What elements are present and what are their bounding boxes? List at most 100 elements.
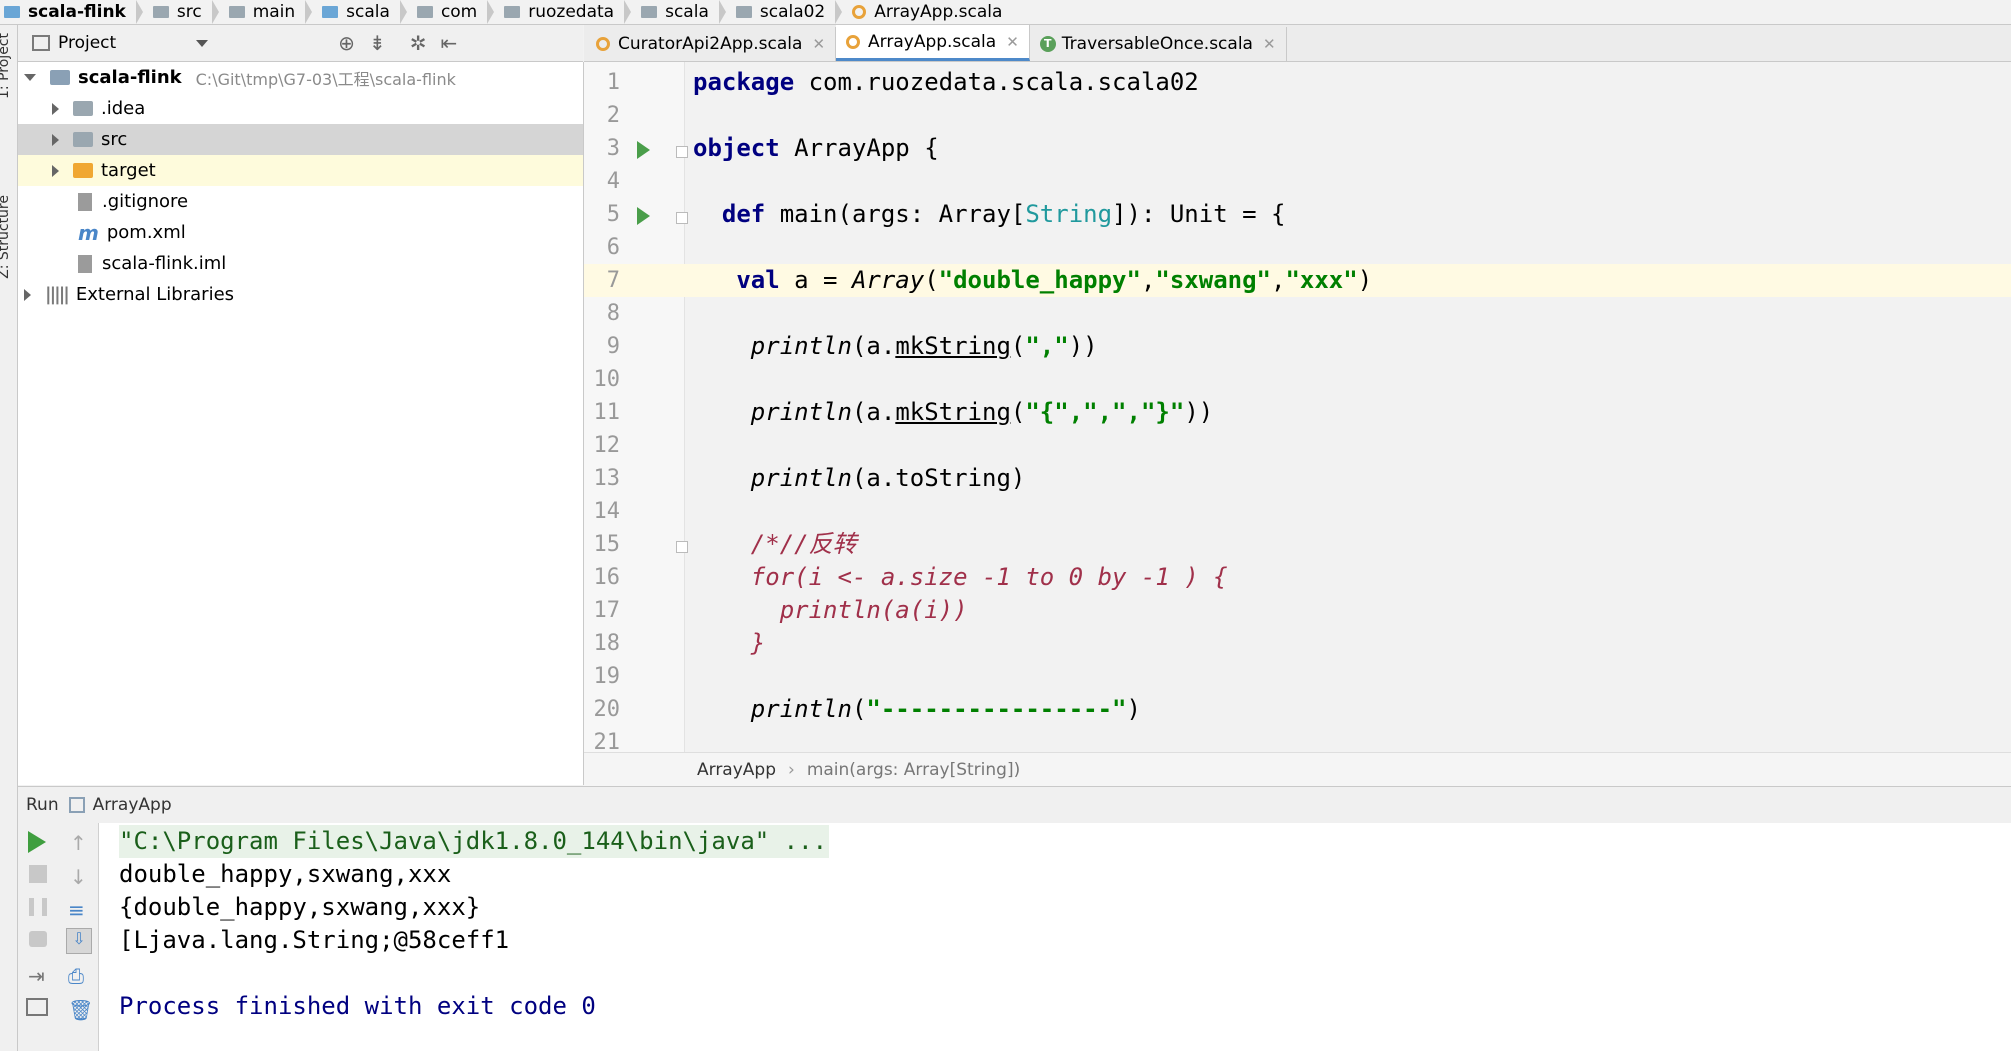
chevron-right-icon — [835, 0, 843, 24]
close-icon[interactable]: ✕ — [1263, 35, 1276, 53]
project-view-icon — [32, 35, 50, 51]
scroll-to-end-icon[interactable]: ⇩ — [66, 928, 92, 954]
tree-item-idea[interactable]: .idea — [18, 93, 583, 124]
console-line-command: "C:\Program Files\Java\jdk1.8.0_144\bin\… — [119, 825, 830, 858]
trash-icon[interactable]: 🗑 — [68, 998, 93, 1022]
line-number: 10 — [593, 367, 621, 392]
line-number: 11 — [593, 400, 621, 425]
excluded-folder-icon — [73, 163, 93, 178]
folder-icon — [73, 132, 93, 147]
breadcrumb-item-main[interactable]: main — [225, 0, 318, 24]
source-folder-icon — [322, 6, 339, 18]
code-line-1: package com.ruozedata.scala.scala02 — [693, 68, 1199, 96]
chevron-right-icon[interactable] — [52, 164, 59, 177]
exit-icon[interactable]: ⇥ — [28, 964, 50, 988]
console-line: {double_happy,sxwang,xxx} — [119, 893, 481, 921]
line-number: 19 — [593, 664, 621, 689]
tree-item-iml[interactable]: scala-flink.iml — [18, 248, 583, 279]
pause-icon[interactable] — [29, 898, 47, 916]
chevron-right-icon — [135, 0, 143, 24]
scala-object-icon — [846, 34, 861, 49]
tab-traversableonce[interactable]: T TraversableOnce.scala ✕ — [1030, 27, 1287, 61]
code-line-20: println("----------------") — [693, 695, 1141, 723]
camera-icon[interactable] — [29, 931, 47, 947]
print-icon[interactable]: ⎙ — [68, 964, 90, 988]
tree-item-pom[interactable]: m pom.xml — [18, 217, 583, 248]
run-object-icon[interactable] — [637, 141, 650, 159]
tree-item-external-libraries[interactable]: ||||| External Libraries — [18, 279, 583, 310]
close-icon[interactable]: ✕ — [1006, 33, 1019, 51]
maven-icon: m — [78, 220, 99, 245]
tab-curatorapi2app[interactable]: CuratorApi2App.scala ✕ — [584, 27, 837, 61]
module-file-icon — [78, 254, 92, 273]
code-line-18: } — [693, 629, 766, 657]
crumb-method[interactable]: main(args: Array[String]) — [807, 760, 1020, 780]
console-output[interactable]: "C:\Program Files\Java\jdk1.8.0_144\bin\… — [99, 823, 2011, 1051]
breadcrumb-item-scala[interactable]: scala — [318, 0, 413, 24]
tree-item-target[interactable]: target — [18, 155, 583, 186]
breadcrumb-item-src[interactable]: src — [149, 0, 225, 24]
stop-icon[interactable] — [29, 865, 47, 883]
breadcrumb-item-scala-pkg[interactable]: scala — [637, 0, 732, 24]
structure-tool-button[interactable]: Z: Structure — [0, 195, 12, 279]
collapse-all-icon[interactable]: ⇟ — [369, 31, 386, 55]
project-tree: scala-flink C:\Git\tmp\G7-03\工程\scala-fl… — [18, 62, 584, 785]
hide-panel-icon[interactable]: ⇤ — [440, 31, 457, 55]
run-config-icon — [68, 797, 85, 813]
scala-object-icon — [852, 5, 867, 19]
chevron-right-icon — [211, 0, 219, 24]
tree-item-scala-flink[interactable]: scala-flink C:\Git\tmp\G7-03\工程\scala-fl… — [18, 62, 583, 93]
line-number: 5 — [606, 202, 620, 227]
line-number: 7 — [606, 268, 620, 293]
chevron-right-icon[interactable] — [52, 133, 59, 146]
run-config-name[interactable]: ArrayApp — [93, 795, 172, 815]
breadcrumb-item-scala02[interactable]: scala02 — [732, 0, 848, 24]
soft-wrap-icon[interactable]: ≡ — [68, 898, 90, 922]
breadcrumb-item-ruozedata[interactable]: ruozedata — [500, 0, 637, 24]
folder-icon — [73, 101, 93, 116]
console-line-exit: Process finished with exit code 0 — [119, 992, 596, 1020]
chevron-down-icon[interactable] — [196, 39, 209, 47]
code-line-11: println(a.mkString("{",",","}")) — [693, 398, 1214, 426]
breadcrumb-item-file[interactable]: ArrayApp.scala — [848, 0, 1008, 24]
chevron-right-icon[interactable] — [24, 288, 31, 301]
line-number: 16 — [593, 565, 621, 590]
layout-icon[interactable] — [26, 998, 48, 1016]
package-icon — [735, 6, 752, 18]
folder-icon — [152, 6, 169, 18]
breadcrumb-item-project[interactable]: scala-flink — [0, 0, 149, 24]
tree-item-src[interactable]: src — [18, 124, 583, 155]
tab-arrayapp[interactable]: ArrayApp.scala ✕ — [836, 25, 1030, 61]
project-panel-title[interactable]: Project — [58, 33, 116, 53]
code-line-3: object ArrayApp { — [693, 134, 939, 162]
arrow-up-icon[interactable]: ↑ — [70, 831, 92, 855]
chevron-right-icon: › — [788, 759, 795, 780]
module-folder-icon — [4, 6, 20, 18]
line-number: 13 — [593, 466, 621, 491]
run-panel-label: Run — [26, 795, 59, 815]
rerun-icon[interactable] — [28, 831, 46, 853]
crumb-object[interactable]: ArrayApp — [697, 760, 776, 780]
tree-item-gitignore[interactable]: .gitignore — [18, 186, 583, 217]
code-line-9: println(a.mkString(",")) — [693, 332, 1098, 360]
chevron-right-icon — [305, 0, 313, 24]
chevron-right-icon — [487, 0, 495, 24]
console-line: double_happy,sxwang,xxx — [119, 860, 452, 888]
library-icon: ||||| — [45, 284, 70, 305]
gear-icon[interactable]: ✲ — [410, 31, 427, 55]
arrow-down-icon[interactable]: ↓ — [70, 865, 92, 889]
package-icon — [504, 6, 521, 18]
line-number: 3 — [606, 136, 620, 161]
project-tool-button[interactable]: 1: Project — [0, 33, 12, 99]
package-icon — [416, 6, 433, 18]
close-icon[interactable]: ✕ — [812, 35, 825, 53]
chevron-right-icon[interactable] — [52, 102, 59, 115]
run-panel-header: Run ArrayApp — [18, 786, 2011, 824]
run-main-icon[interactable] — [637, 207, 650, 225]
code-editor[interactable]: package com.ruozedata.scala.scala02 obje… — [685, 62, 2011, 752]
locate-icon[interactable]: ⊕ — [338, 31, 355, 55]
line-number: 14 — [593, 499, 621, 524]
chevron-down-icon[interactable] — [24, 74, 36, 81]
line-number: 20 — [593, 697, 621, 722]
breadcrumb-item-com[interactable]: com — [413, 0, 500, 24]
